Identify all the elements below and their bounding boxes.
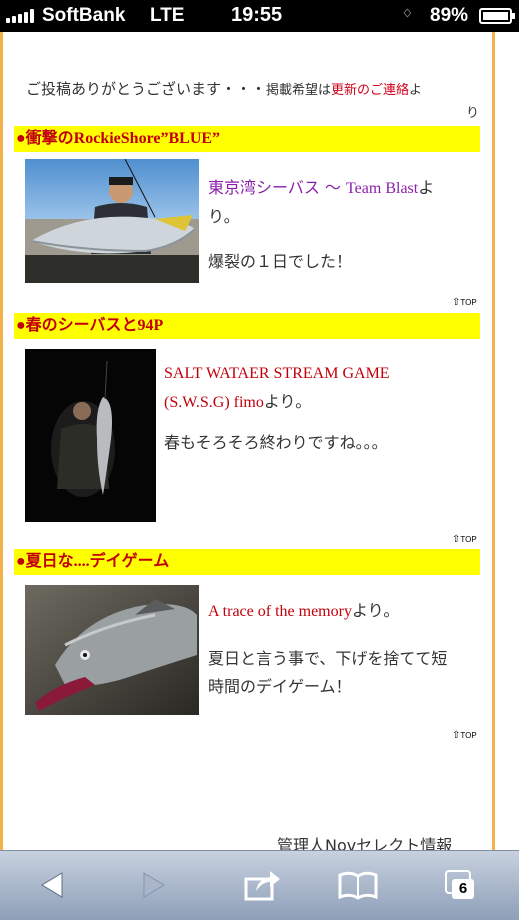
update-contact-link[interactable]: 更新のご連絡 [331,83,409,98]
page-gutter [495,32,519,850]
post-heading-text: 衝撃のRockieShore”BLUE” [25,130,221,147]
web-page[interactable]: ご投稿ありがとうございます・・・掲載希望は更新のご連絡よ り ●衝撃のRocki… [0,32,519,850]
bullet-icon: ● [16,130,26,147]
carrier-name: SoftBank [42,5,126,26]
signal-strength-icon [6,9,38,23]
source-name-line2: (S.W.S.G) fimo [164,394,264,411]
post-caption: SALT WATAER STREAM GAME (S.W.S.G) fimoより。 [164,359,480,417]
network-type: LTE [150,5,185,26]
source-suffix: より。 [263,392,312,411]
status-bar: SoftBank LTE 19:55 ᛜ 89% [0,0,519,32]
bookmarks-button[interactable] [336,865,380,905]
intro-tail: よ [409,83,423,98]
top-label: TOP [460,535,477,544]
share-button[interactable] [240,865,284,905]
source-suffix-line2: り。 [208,207,240,226]
status-time: 19:55 [231,4,283,26]
bullet-icon: ● [16,317,26,334]
intro-small: 掲載希望は [266,83,332,98]
footer-heading: 管理人Novセレクト情報 [277,836,453,850]
back-to-top-link[interactable]: ⇧TOP [452,534,484,546]
back-to-top-link[interactable]: ⇧TOP [452,730,484,742]
battery-icon [479,8,515,24]
top-label: TOP [460,731,477,740]
post-heading-text: 春のシーバスと94P [25,317,164,334]
post-body-line1: 夏日と言う事で、下げを捨てて短 [208,649,448,668]
post-source-link[interactable]: 東京湾シーバス 〜 Team Blast [208,178,418,197]
post-body: 爆裂の１日でした！ [208,252,353,271]
source-suffix: よ [418,178,435,197]
post-caption: A trace of the memoryより。 [208,597,399,626]
post-photo[interactable] [25,585,199,715]
intro-lead: ご投稿ありがとうございます・・・ [26,80,267,98]
post-photo[interactable] [25,159,199,283]
source-name-jp: 東京湾シーバス 〜 [208,178,347,197]
post-body-line2: 時間のデイゲーム！ [208,677,352,696]
source-name-en: Team Blast [346,180,419,197]
post-photo[interactable] [25,349,156,522]
post-heading[interactable]: ●衝撃のRockieShore”BLUE” [14,126,480,152]
tab-count: 6 [452,879,474,899]
post-heading[interactable]: ●春のシーバスと94P [14,313,480,339]
page-border-left [0,32,3,850]
back-button[interactable] [30,865,74,905]
tabs-button[interactable]: 6 [440,865,484,905]
intro-tail-2: り [466,106,480,121]
back-to-top-link[interactable]: ⇧TOP [452,297,484,309]
top-label: TOP [460,298,477,307]
post-source-link[interactable]: A trace of the memory [208,603,352,620]
post-caption: 東京湾シーバス 〜 Team Blastよ り。 [208,174,480,231]
post-heading[interactable]: ●夏日な....デイゲーム [14,549,480,575]
bookmarks-icon [338,871,378,900]
back-icon [41,872,63,898]
intro-text: ご投稿ありがとうございます・・・掲載希望は更新のご連絡よ [26,76,480,104]
forward-button[interactable] [132,865,176,905]
post-body: 春もそろそろ終わりですね。。。 [164,433,388,452]
browser-toolbar: 6 [0,850,519,920]
forward-icon [143,872,165,898]
post-body: 夏日と言う事で、下げを捨てて短 時間のデイゲーム！ [208,645,480,701]
post-heading-text: 夏日な....デイゲーム [25,553,170,570]
bullet-icon: ● [16,553,26,570]
source-name-line1: SALT WATAER STREAM GAME [164,365,390,382]
source-suffix: より。 [351,601,400,620]
bluetooth-icon: ᛜ [402,4,413,24]
share-icon [244,871,280,901]
battery-percentage: 89% [430,5,469,26]
